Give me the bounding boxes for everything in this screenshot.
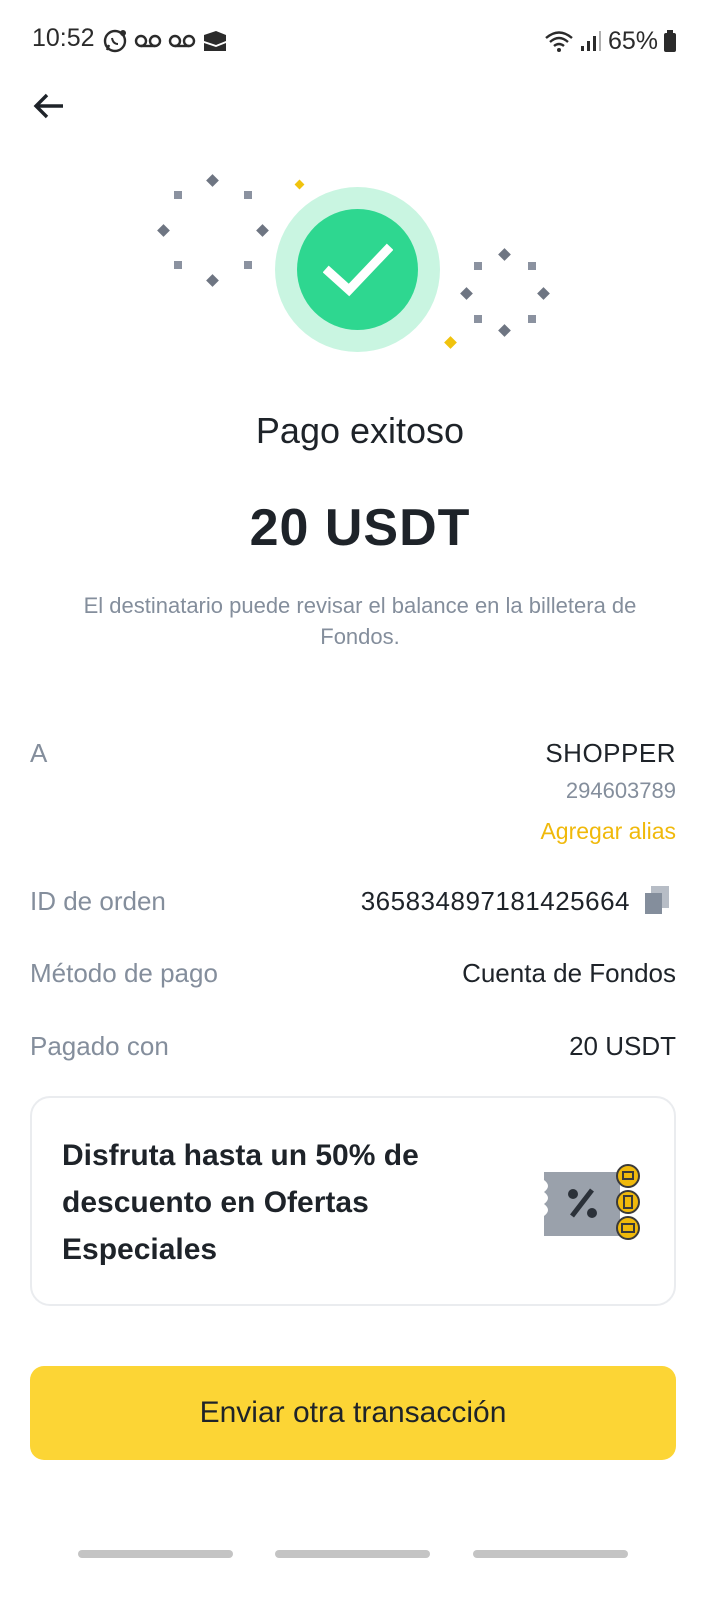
battery-icon [664, 30, 676, 52]
recipient-name: SHOPPER [545, 738, 676, 768]
whatsapp-icon [103, 29, 127, 53]
payment-amount: 20 USDT [249, 499, 471, 557]
payment-method-value: Cuenta de Fondos [462, 958, 676, 988]
wifi-icon [545, 31, 573, 52]
voicemail-icon [134, 34, 162, 48]
decor-sparkle [444, 336, 457, 349]
recipient-id: 294603789 [565, 778, 676, 803]
payment-method-label: Método de pago [30, 958, 218, 988]
nav-back-button[interactable] [473, 1550, 628, 1558]
decor-dot [474, 315, 482, 323]
decor-dot [256, 224, 269, 237]
send-another-transaction-button[interactable]: Enviar otra transacción [30, 1366, 676, 1460]
arrow-left-icon [33, 93, 63, 119]
promo-text: Disfruta hasta un 50% de descuento en Of… [62, 1139, 419, 1266]
copy-icon[interactable] [642, 884, 672, 916]
success-badge [297, 209, 418, 330]
info-note: El destinatario puede revisar el balance… [83, 593, 637, 649]
paid-with-value: 20 USDT [569, 1031, 676, 1061]
nav-home-button[interactable] [275, 1550, 430, 1558]
decor-dot [244, 261, 252, 269]
success-illustration [150, 170, 570, 360]
promo-card[interactable]: Disfruta hasta un 50% de descuento en Of… [30, 1096, 676, 1306]
decor-dot [206, 174, 219, 187]
status-bar: 10:52 65% [0, 0, 720, 80]
payment-success-screen: 10:52 65% Pago exitoso 20 USDT El destin… [0, 0, 720, 1600]
decor-dot [460, 287, 473, 300]
order-id-label: ID de orden [30, 886, 166, 916]
decor-dot [498, 324, 511, 337]
notification-icons [102, 27, 228, 55]
signal-icon [580, 31, 601, 51]
decor-dot [174, 191, 182, 199]
voicemail-icon [168, 34, 196, 48]
system-icons: 65% [544, 27, 676, 55]
back-button[interactable] [24, 82, 74, 130]
add-alias-link[interactable]: Agregar alias [540, 818, 676, 845]
decor-dot [206, 274, 219, 287]
decor-dot [244, 191, 252, 199]
checkmark-icon [322, 243, 393, 296]
app-notification-icon [204, 31, 226, 51]
order-id-value: 365834897181425664 [360, 886, 630, 916]
page-title: Pago exitoso [255, 410, 465, 451]
nav-recents-button[interactable] [78, 1550, 233, 1558]
decor-sparkle [294, 179, 305, 190]
coupon-icon [544, 1164, 640, 1240]
decor-dot [528, 262, 536, 270]
decor-dot [528, 315, 536, 323]
system-navigation-bar [0, 1540, 720, 1600]
recipient-label: A [30, 738, 48, 768]
status-time: 10:52 [32, 24, 95, 52]
decor-dot [174, 261, 182, 269]
battery-percent: 65% [607, 26, 658, 55]
decor-dot [474, 262, 482, 270]
paid-with-label: Pagado con [30, 1031, 169, 1061]
decor-dot [157, 224, 170, 237]
decor-dot [537, 287, 550, 300]
decor-dot [498, 248, 511, 261]
